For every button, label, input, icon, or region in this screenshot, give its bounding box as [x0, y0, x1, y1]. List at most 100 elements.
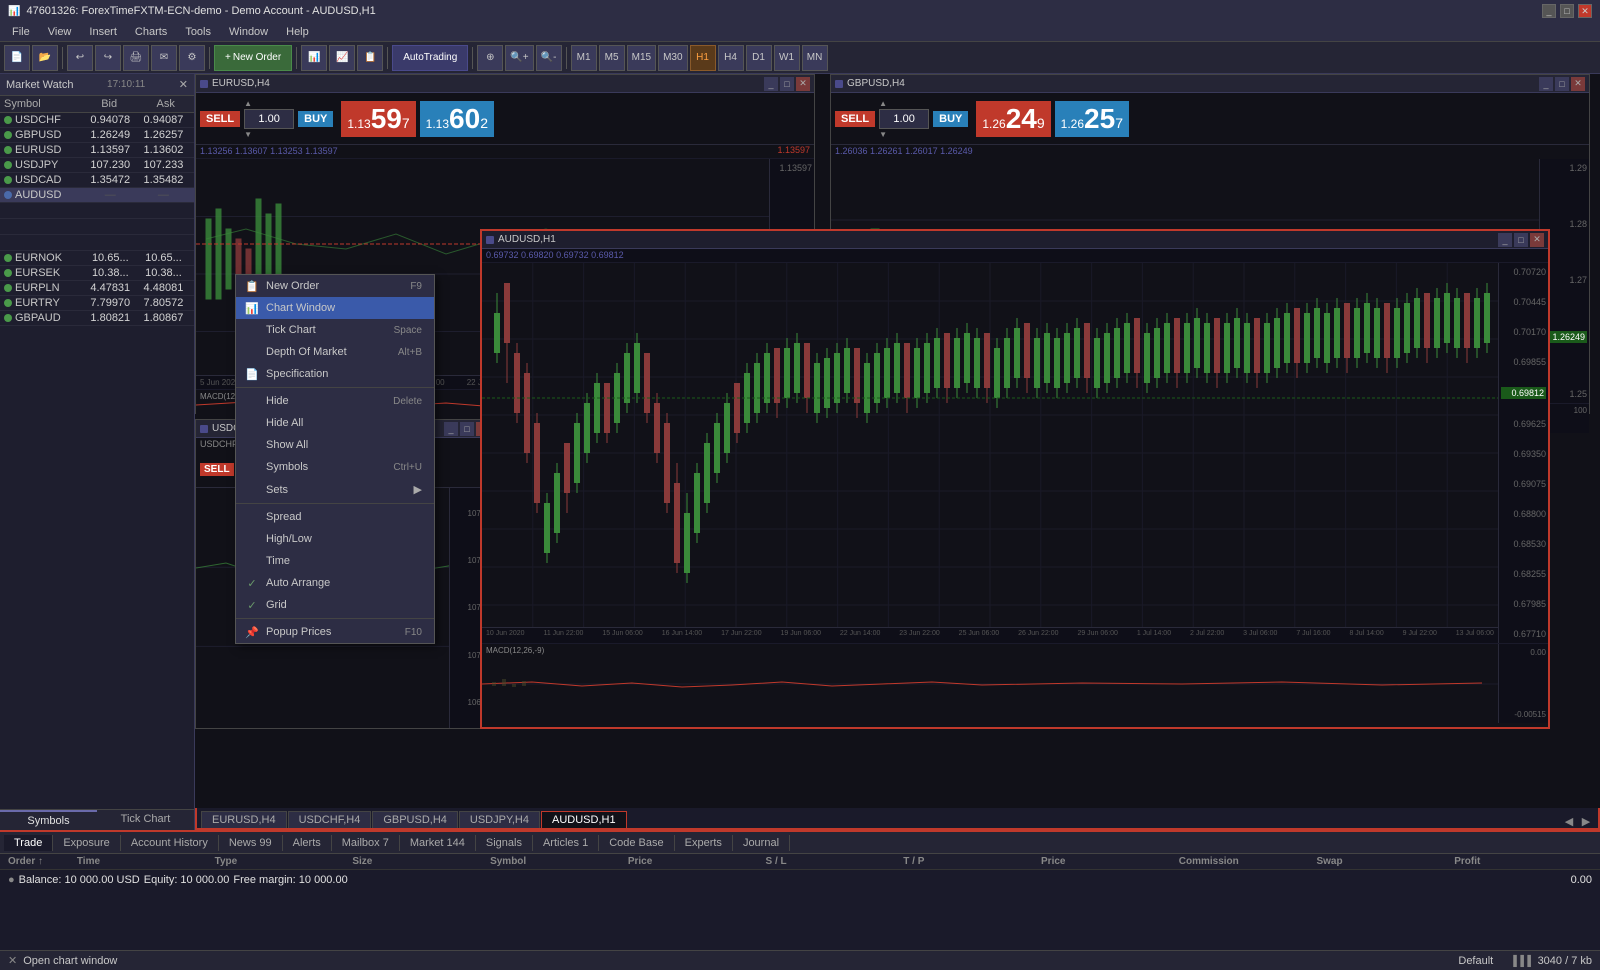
chart-minimize-eurusd[interactable]: _: [764, 77, 778, 91]
tab-signals[interactable]: Signals: [476, 835, 533, 851]
list-item[interactable]: USDCHF 0.94078 0.94087: [0, 113, 194, 128]
context-menu-popup-prices[interactable]: 📌 Popup Prices F10: [236, 621, 434, 643]
toolbar-indicator[interactable]: 📈: [329, 45, 355, 71]
toolbar-h4[interactable]: H4: [718, 45, 744, 71]
tab-account-history[interactable]: Account History: [121, 835, 219, 851]
tab-exposure[interactable]: Exposure: [53, 835, 120, 851]
maximize-button[interactable]: □: [1560, 4, 1574, 18]
tab-news[interactable]: News 99: [219, 835, 283, 851]
tab-code-base[interactable]: Code Base: [599, 835, 674, 851]
context-menu-specification[interactable]: 📄 Specification: [236, 363, 434, 385]
tab-tick-chart[interactable]: Tick Chart: [97, 810, 194, 830]
list-item[interactable]: EURUSD 1.13597 1.13602: [0, 143, 194, 158]
chart-minimize-audusd[interactable]: _: [1498, 233, 1512, 247]
list-item[interactable]: EURNOK 10.65... 10.65...: [0, 251, 194, 266]
chart-controls-gbpusd[interactable]: _ □ ✕: [1539, 77, 1585, 91]
chart-maximize-audusd[interactable]: □: [1514, 233, 1528, 247]
toolbar-email[interactable]: ✉: [151, 45, 177, 71]
tab-articles[interactable]: Articles 1: [533, 835, 599, 851]
tab-gbpusd-h4[interactable]: GBPUSD,H4: [372, 811, 458, 828]
toolbar-d1[interactable]: D1: [746, 45, 772, 71]
toolbar-redo[interactable]: ↪: [95, 45, 121, 71]
toolbar-m30[interactable]: M30: [658, 45, 687, 71]
title-bar-controls[interactable]: _ □ ✕: [1542, 4, 1592, 18]
eurusd-sell-button[interactable]: SELL: [200, 111, 240, 127]
context-menu-hide-all[interactable]: Hide All: [236, 412, 434, 434]
chart-controls-eurusd[interactable]: _ □ ✕: [764, 77, 810, 91]
list-item[interactable]: [0, 203, 194, 219]
tab-experts[interactable]: Experts: [675, 835, 733, 851]
menu-charts[interactable]: Charts: [127, 24, 175, 40]
list-item[interactable]: USDCAD 1.35472 1.35482: [0, 173, 194, 188]
toolbar-w1[interactable]: W1: [774, 45, 800, 71]
tab-mailbox[interactable]: Mailbox 7: [332, 835, 400, 851]
tab-alerts[interactable]: Alerts: [283, 835, 332, 851]
toolbar-m1[interactable]: M1: [571, 45, 597, 71]
tab-usdchf-h4[interactable]: USDCHF,H4: [288, 811, 372, 828]
gbpusd-sell-button[interactable]: SELL: [835, 111, 875, 127]
menu-help[interactable]: Help: [278, 24, 317, 40]
context-menu-high-low[interactable]: High/Low: [236, 528, 434, 550]
toolbar-h1[interactable]: H1: [690, 45, 716, 71]
toolbar-chart-icon1[interactable]: 📊: [301, 45, 327, 71]
menu-tools[interactable]: Tools: [177, 24, 219, 40]
chart-controls-audusd[interactable]: _ □ ✕: [1498, 233, 1544, 247]
chart-minimize-usdchf[interactable]: _: [444, 422, 458, 436]
toolbar-undo[interactable]: ↩: [67, 45, 93, 71]
list-item[interactable]: GBPUSD 1.26249 1.26257: [0, 128, 194, 143]
chart-maximize-eurusd[interactable]: □: [780, 77, 794, 91]
list-item[interactable]: AUDUSD — —: [0, 188, 194, 203]
toolbar-m15[interactable]: M15: [627, 45, 656, 71]
close-terminal-icon[interactable]: ✕: [8, 954, 17, 967]
context-menu-sets[interactable]: Sets ▶: [236, 478, 434, 501]
list-item[interactable]: EURTRY 7.79970 7.80572: [0, 296, 194, 311]
toolbar-crosshair[interactable]: ⊕: [477, 45, 503, 71]
context-menu-show-all[interactable]: Show All: [236, 434, 434, 456]
gbpusd-lot-input[interactable]: [879, 109, 929, 129]
chart-maximize-usdchf[interactable]: □: [460, 422, 474, 436]
auto-trading-button[interactable]: AutoTrading: [392, 45, 468, 71]
new-order-button[interactable]: + New Order: [214, 45, 292, 71]
chart-tab-scroll-left[interactable]: ◀: [1561, 815, 1577, 828]
eurusd-buy-button[interactable]: BUY: [298, 111, 333, 127]
context-menu-auto-arrange[interactable]: ✓ Auto Arrange: [236, 572, 434, 594]
context-menu-grid[interactable]: ✓ Grid: [236, 594, 434, 616]
chart-close-eurusd[interactable]: ✕: [796, 77, 810, 91]
toolbar-m5[interactable]: M5: [599, 45, 625, 71]
toolbar-new-file[interactable]: 📄: [4, 45, 30, 71]
menu-view[interactable]: View: [40, 24, 80, 40]
chart-minimize-gbpusd[interactable]: _: [1539, 77, 1553, 91]
toolbar-zoom-out[interactable]: 🔍-: [536, 45, 562, 71]
menu-window[interactable]: Window: [221, 24, 276, 40]
context-menu-spread[interactable]: Spread: [236, 506, 434, 528]
tab-journal[interactable]: Journal: [733, 835, 790, 851]
chart-tab-scroll-right[interactable]: ▶: [1578, 815, 1594, 828]
tab-audusd-h1[interactable]: AUDUSD,H1: [541, 811, 627, 828]
context-menu-new-order[interactable]: 📋 New Order F9: [236, 275, 434, 297]
context-menu-chart-window[interactable]: 📊 Chart Window: [236, 297, 434, 319]
list-item[interactable]: EURSEK 10.38... 10.38...: [0, 266, 194, 281]
market-watch-close[interactable]: ✕: [179, 78, 188, 91]
list-item[interactable]: [0, 235, 194, 251]
tab-symbols[interactable]: Symbols: [0, 810, 97, 830]
chart-close-audusd[interactable]: ✕: [1530, 233, 1544, 247]
menu-insert[interactable]: Insert: [81, 24, 125, 40]
chart-close-gbpusd[interactable]: ✕: [1571, 77, 1585, 91]
close-button[interactable]: ✕: [1578, 4, 1592, 18]
tab-market[interactable]: Market 144: [400, 835, 476, 851]
list-item[interactable]: GBPAUD 1.80821 1.80867: [0, 311, 194, 326]
toolbar-zoom-in[interactable]: 🔍+: [505, 45, 533, 71]
tab-usdjpy-h4[interactable]: USDJPY,H4: [459, 811, 540, 828]
toolbar-template[interactable]: 📋: [357, 45, 383, 71]
tab-eurusd-h4[interactable]: EURUSD,H4: [201, 811, 287, 828]
toolbar-mn[interactable]: MN: [802, 45, 828, 71]
context-menu-time[interactable]: Time: [236, 550, 434, 572]
eurusd-lot-input[interactable]: [244, 109, 294, 129]
context-menu-tick-chart[interactable]: Tick Chart Space: [236, 319, 434, 341]
list-item[interactable]: USDJPY 107.230 107.233: [0, 158, 194, 173]
usdchf-sell-button[interactable]: SELL: [200, 463, 234, 476]
context-menu-dom[interactable]: Depth Of Market Alt+B: [236, 341, 434, 363]
list-item[interactable]: [0, 219, 194, 235]
toolbar-open[interactable]: 📂: [32, 45, 58, 71]
tab-trade[interactable]: Trade: [4, 835, 53, 851]
